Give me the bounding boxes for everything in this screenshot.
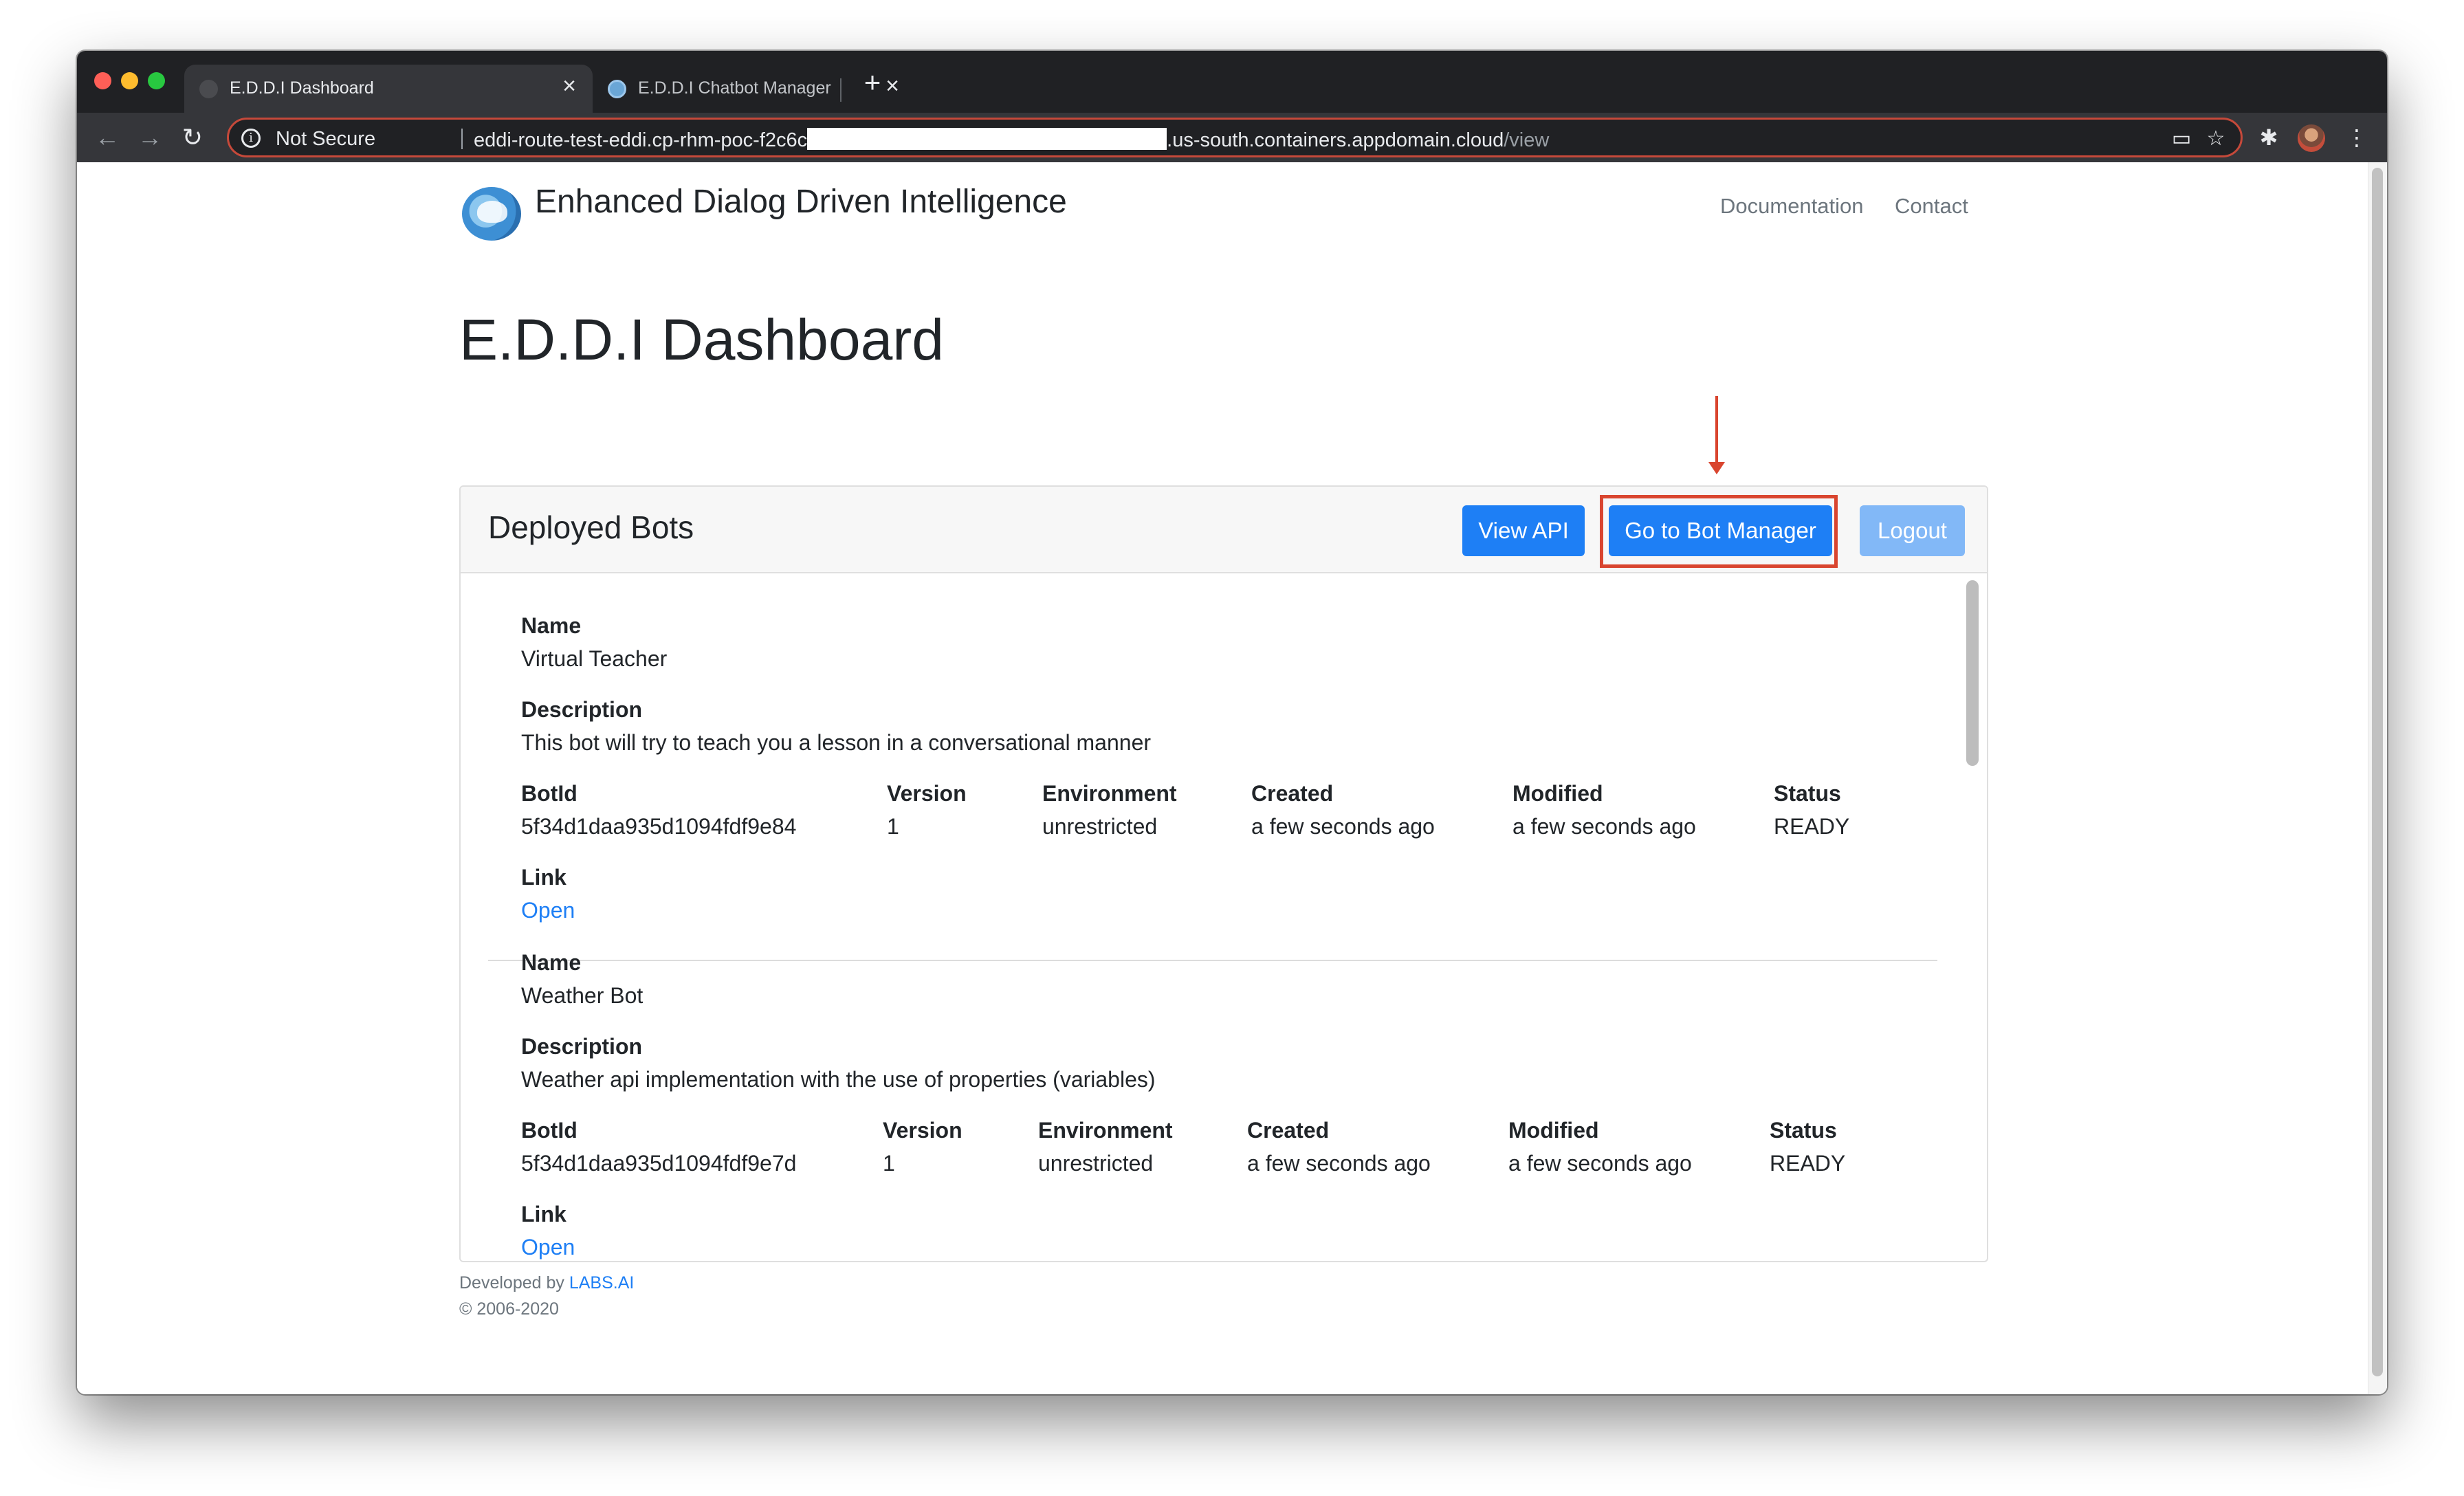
eddi-logo-icon[interactable] — [462, 187, 521, 241]
link-label: Link — [521, 1202, 566, 1226]
deployed-bots-card: Deployed Bots View API Go to Bot Manager… — [459, 485, 1988, 1262]
annotation-arrow-line — [1715, 396, 1718, 465]
tab-title: E.D.D.I Dashboard — [230, 78, 374, 98]
card-title: Deployed Bots — [488, 509, 694, 545]
annotation-highlight-box — [1600, 495, 1838, 568]
botid-label: BotId — [521, 781, 578, 806]
name-label: Name — [521, 950, 582, 975]
open-bot-link[interactable]: Open — [521, 898, 575, 923]
tab-strip: E.D.D.I Dashboard × E.D.D.I Chatbot Mana… — [77, 51, 2387, 113]
environment-label: Environment — [1038, 1118, 1173, 1143]
environment-label: Environment — [1042, 781, 1177, 806]
labs-ai-link[interactable]: LABS.AI — [569, 1273, 635, 1292]
forward-arrow-icon[interactable]: → — [133, 121, 166, 154]
page-scrollbar-thumb[interactable] — [2372, 168, 2383, 1376]
bot-version: 1 — [887, 814, 899, 839]
page-viewport: Enhanced Dialog Driven Intelligence Docu… — [77, 162, 2387, 1394]
page-title: E.D.D.I Dashboard — [459, 307, 944, 372]
view-api-button[interactable]: View API — [1462, 505, 1585, 556]
bot-list[interactable]: Name Virtual Teacher Description This bo… — [461, 575, 1987, 1261]
footer-developed-by: Developed by LABS.AI — [459, 1273, 634, 1293]
globe-icon — [199, 80, 218, 98]
browser-toolbar: ← → ↻ i Not Secure eddi-route-test-eddi.… — [77, 113, 2387, 162]
reload-icon[interactable]: ↻ — [176, 121, 209, 154]
puzzle-icon[interactable]: ✱ — [2255, 124, 2282, 151]
bot-name: Weather Bot — [521, 983, 644, 1008]
footer-copyright: © 2006-2020 — [459, 1299, 559, 1319]
logout-button[interactable]: Logout — [1860, 505, 1965, 556]
info-icon[interactable]: i — [241, 129, 261, 148]
address-bar[interactable]: i Not Secure eddi-route-test-eddi.cp-rhm… — [227, 118, 2243, 157]
tab-separator — [840, 78, 842, 102]
description-label: Description — [521, 1034, 643, 1059]
browser-window: E.D.D.I Dashboard × E.D.D.I Chatbot Mana… — [77, 51, 2387, 1394]
version-label: Version — [883, 1118, 962, 1143]
zoom-window-button[interactable] — [148, 72, 165, 89]
close-icon[interactable]: × — [557, 74, 582, 98]
nav-contact[interactable]: Contact — [1895, 194, 1968, 219]
url-path: /view — [1504, 129, 1550, 151]
url-host-end: .us-south.containers.appdomain.cloud — [1167, 129, 1504, 151]
avatar[interactable] — [2298, 124, 2325, 152]
created-label: Created — [1247, 1118, 1330, 1143]
description-label: Description — [521, 697, 643, 722]
bot-description: This bot will try to teach you a lesson … — [521, 730, 1152, 755]
url-text[interactable]: eddi-route-test-eddi.cp-rhm-poc-f2c6c .us… — [474, 128, 1549, 152]
bot-environment: unrestricted — [1038, 1151, 1154, 1176]
tab-title: E.D.D.I Chatbot Manager — [638, 78, 831, 98]
created-label: Created — [1251, 781, 1334, 806]
bot-modified: a few seconds ago — [1508, 1151, 1692, 1176]
close-window-button[interactable] — [94, 72, 111, 89]
status-label: Status — [1774, 781, 1841, 806]
page-scrollbar[interactable] — [2368, 162, 2387, 1394]
tab-eddi-dashboard[interactable]: E.D.D.I Dashboard × — [184, 65, 593, 113]
name-label: Name — [521, 613, 582, 638]
bot-divider — [488, 960, 1937, 961]
new-tab-button[interactable]: + — [857, 67, 888, 98]
link-label: Link — [521, 865, 566, 890]
bot-id: 5f34d1daa935d1094fdf9e84 — [521, 814, 797, 839]
bot-name: Virtual Teacher — [521, 646, 668, 671]
inner-scrollbar-thumb[interactable] — [1966, 580, 1979, 766]
cast-icon[interactable]: ▭ — [2169, 126, 2194, 151]
annotation-arrow-head — [1708, 462, 1725, 474]
modified-label: Modified — [1508, 1118, 1599, 1143]
nav-documentation[interactable]: Documentation — [1720, 194, 1864, 219]
modified-label: Modified — [1512, 781, 1603, 806]
status-label: Status — [1770, 1118, 1837, 1143]
open-bot-link[interactable]: Open — [521, 1235, 575, 1260]
back-arrow-icon[interactable]: ← — [91, 121, 124, 154]
developed-by-text: Developed by — [459, 1273, 569, 1292]
botid-label: BotId — [521, 1118, 578, 1143]
brand-title[interactable]: Enhanced Dialog Driven Intelligence — [535, 183, 1067, 221]
kebab-menu-icon[interactable]: ⋮ — [2343, 124, 2370, 151]
bot-created: a few seconds ago — [1251, 814, 1435, 839]
bot-id: 5f34d1daa935d1094fdf9e7d — [521, 1151, 797, 1176]
divider — [461, 129, 463, 149]
security-label[interactable]: Not Secure — [276, 128, 375, 151]
bot-version: 1 — [883, 1151, 895, 1176]
minimize-window-button[interactable] — [121, 72, 138, 89]
bot-description: Weather api implementation with the use … — [521, 1067, 1156, 1092]
bot-environment: unrestricted — [1042, 814, 1158, 839]
version-label: Version — [887, 781, 967, 806]
bot-modified: a few seconds ago — [1512, 814, 1696, 839]
bot-status: READY — [1770, 1151, 1846, 1176]
eddi-logo-icon — [608, 80, 626, 98]
redaction-block — [807, 128, 1167, 150]
url-host-start: eddi-route-test-eddi.cp-rhm-poc-f2c6c — [474, 129, 808, 151]
bot-created: a few seconds ago — [1247, 1151, 1431, 1176]
star-icon[interactable]: ☆ — [2203, 126, 2228, 151]
bot-status: READY — [1774, 814, 1850, 839]
